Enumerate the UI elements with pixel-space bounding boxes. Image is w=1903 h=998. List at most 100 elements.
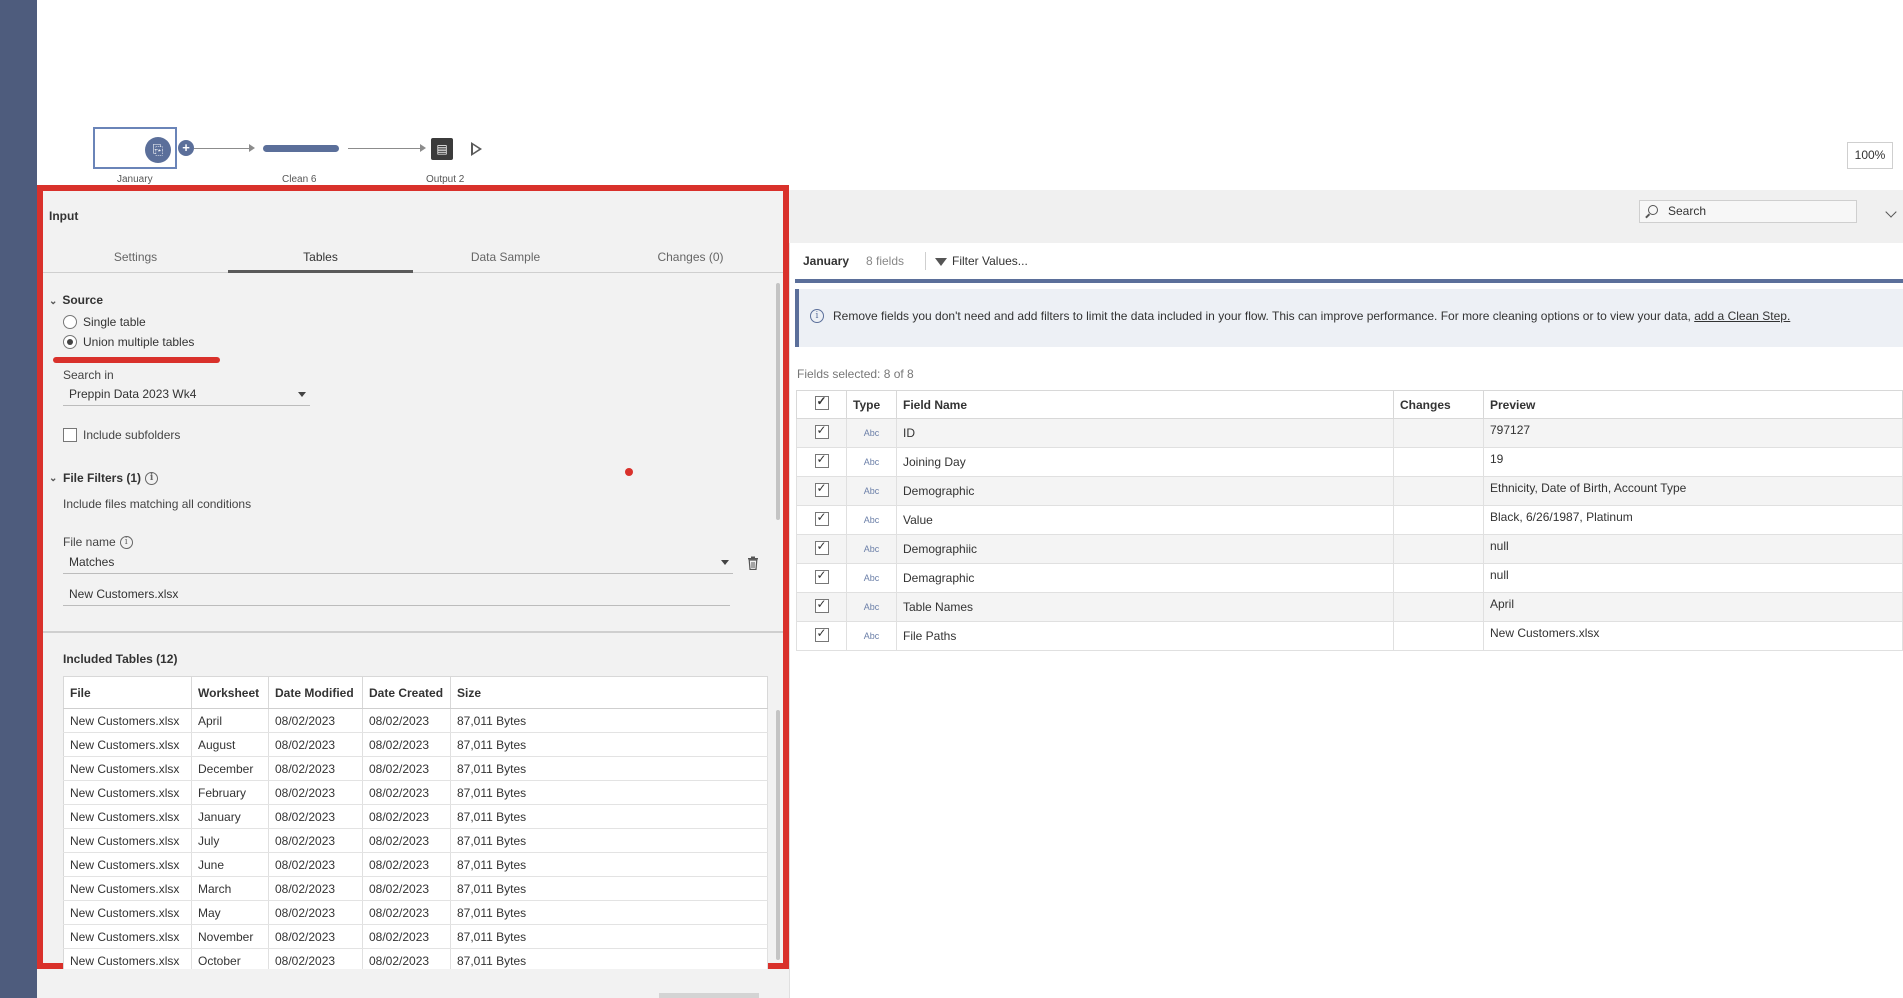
field-checkbox-cell[interactable] [796,418,847,448]
tab-data-sample[interactable]: Data Sample [413,243,598,273]
column-header[interactable]: Changes [1393,390,1484,419]
column-header[interactable]: Date Created [362,676,451,709]
field-checkbox[interactable] [814,626,829,642]
table-row[interactable]: New Customers.xlsx March 08/02/2023 08/02/2… [63,876,768,901]
pattern-value: New Customers.xlsx [69,587,179,601]
table-row[interactable]: New Customers.xlsx December 08/02/2023 08/0… [63,756,768,781]
column-header[interactable]: File [63,676,192,709]
column-header[interactable]: Type [846,390,897,419]
column-header[interactable]: Size [450,676,768,709]
file-name-label-row: File name i [63,535,133,549]
step-name: January [803,254,850,268]
flow-node-clean[interactable] [263,145,339,152]
field-checkbox[interactable] [814,452,829,468]
flow-node-output[interactable]: ▤ [431,138,453,160]
select-all-checkbox[interactable] [814,394,829,410]
table-cell: 87,011 Bytes [450,780,768,805]
field-name[interactable]: Table Names [896,592,1394,622]
field-checkbox[interactable] [814,597,829,613]
zoom-level[interactable]: 100% [1847,142,1893,169]
table-cell: 87,011 Bytes [450,828,768,853]
column-header[interactable]: Field Name [896,390,1394,419]
table-row[interactable]: New Customers.xlsx August 08/02/2023 08/02/… [63,732,768,757]
field-row[interactable]: AbcJoining Day 19 [796,447,1903,477]
field-checkbox-cell[interactable] [796,534,847,564]
include-subfolders-checkbox[interactable] [63,428,77,442]
run-flow-icon[interactable] [471,142,482,156]
radio-union-multiple[interactable]: Union multiple tables [63,335,194,349]
add-clean-step-link[interactable]: add a Clean Step. [1694,309,1790,323]
column-header[interactable]: Preview [1483,390,1903,419]
column-header[interactable]: Worksheet [191,676,269,709]
field-checkbox-cell[interactable] [796,563,847,593]
tab-tables[interactable]: Tables [228,243,413,273]
table-row[interactable]: New Customers.xlsx February 08/02/2023 08/0… [63,780,768,805]
include-subfolders-option[interactable]: Include subfolders [63,428,180,442]
include-subfolders-label: Include subfolders [83,428,181,442]
radio-single-table[interactable]: Single table [63,315,146,329]
field-name[interactable]: Joining Day [896,447,1394,477]
table-row[interactable]: New Customers.xlsx May 08/02/2023 08/02/202… [63,900,768,925]
flow-node-input[interactable]: ⎘ [93,127,177,169]
field-row[interactable]: AbcFile Paths New Customers.xlsx [796,621,1903,651]
info-icon[interactable]: i [119,535,133,549]
table-row[interactable]: New Customers.xlsx April 08/02/2023 08/02/2… [63,708,768,733]
table-row[interactable]: New Customers.xlsx July 08/02/2023 08/02/20… [63,828,768,853]
field-name[interactable]: Demographiic [896,534,1394,564]
field-name[interactable]: ID [896,418,1394,448]
chevron-down-icon: ⌄ [49,296,58,307]
included-tables-title: Included Tables (12) [63,652,178,666]
info-icon[interactable]: i [145,471,159,485]
search-input[interactable]: Search [1639,200,1857,223]
field-checkbox[interactable] [814,481,829,497]
tab-changes[interactable]: Changes (0) [598,243,783,273]
radio-button[interactable] [63,315,77,329]
table-row[interactable]: New Customers.xlsx June 08/02/2023 08/02/20… [63,852,768,877]
field-row[interactable]: AbcDemographiic null [796,534,1903,564]
field-checkbox[interactable] [814,423,829,439]
panel-separator[interactable] [43,631,783,633]
select-all-cell[interactable] [796,390,847,419]
field-checkbox-cell[interactable] [796,592,847,622]
filter-values-button[interactable]: Filter Values... [935,254,1028,268]
field-type: Abc [846,505,897,535]
field-name[interactable]: Value [896,505,1394,535]
table-cell: New Customers.xlsx [63,780,192,805]
table-row[interactable]: New Customers.xlsx November 08/02/2023 08/0… [63,924,768,949]
table-scrollbar[interactable] [776,710,780,960]
field-row[interactable]: AbcID 797127 [796,418,1903,448]
source-section-header[interactable]: ⌄ Source [49,293,103,307]
flow-canvas[interactable]: ⎘ + ▤ January Clean 6 Output 2 100% [37,0,1903,190]
field-type: Abc [846,418,897,448]
field-checkbox[interactable] [814,568,829,584]
file-name-condition-dropdown[interactable]: Matches [63,552,733,574]
field-checkbox-cell[interactable] [796,505,847,535]
field-row[interactable]: AbcDemographic Ethnicity, Date of Birth, … [796,476,1903,506]
search-in-dropdown[interactable]: Preppin Data 2023 Wk4 [63,384,310,406]
field-changes [1393,563,1484,593]
field-checkbox-cell[interactable] [796,447,847,477]
file-filters-header[interactable]: ⌄ File Filters (1) i [49,471,159,485]
field-name[interactable]: File Paths [896,621,1394,651]
field-checkbox[interactable] [814,510,829,526]
trash-icon[interactable] [747,556,759,570]
radio-button[interactable] [63,335,77,349]
field-name[interactable]: Demagraphic [896,563,1394,593]
panel-scrollbar[interactable] [776,283,780,520]
resize-handle[interactable] [659,993,759,998]
field-checkbox[interactable] [814,539,829,555]
field-checkbox-cell[interactable] [796,476,847,506]
field-checkbox-cell[interactable] [796,621,847,651]
field-row[interactable]: AbcTable Names April [796,592,1903,622]
add-step-icon[interactable]: + [178,140,194,156]
column-header[interactable]: Date Modified [268,676,363,709]
table-cell: New Customers.xlsx [63,828,192,853]
field-changes [1393,418,1484,448]
file-name-pattern-input[interactable]: New Customers.xlsx [63,584,730,606]
tab-settings[interactable]: Settings [43,243,228,273]
field-row[interactable]: AbcDemagraphic null [796,563,1903,593]
table-row[interactable]: New Customers.xlsx January 08/02/2023 08/02… [63,804,768,829]
field-row[interactable]: AbcValue Black, 6/26/1987, Platinum [796,505,1903,535]
field-name[interactable]: Demographic [896,476,1394,506]
chevron-down-icon[interactable] [1885,206,1897,218]
